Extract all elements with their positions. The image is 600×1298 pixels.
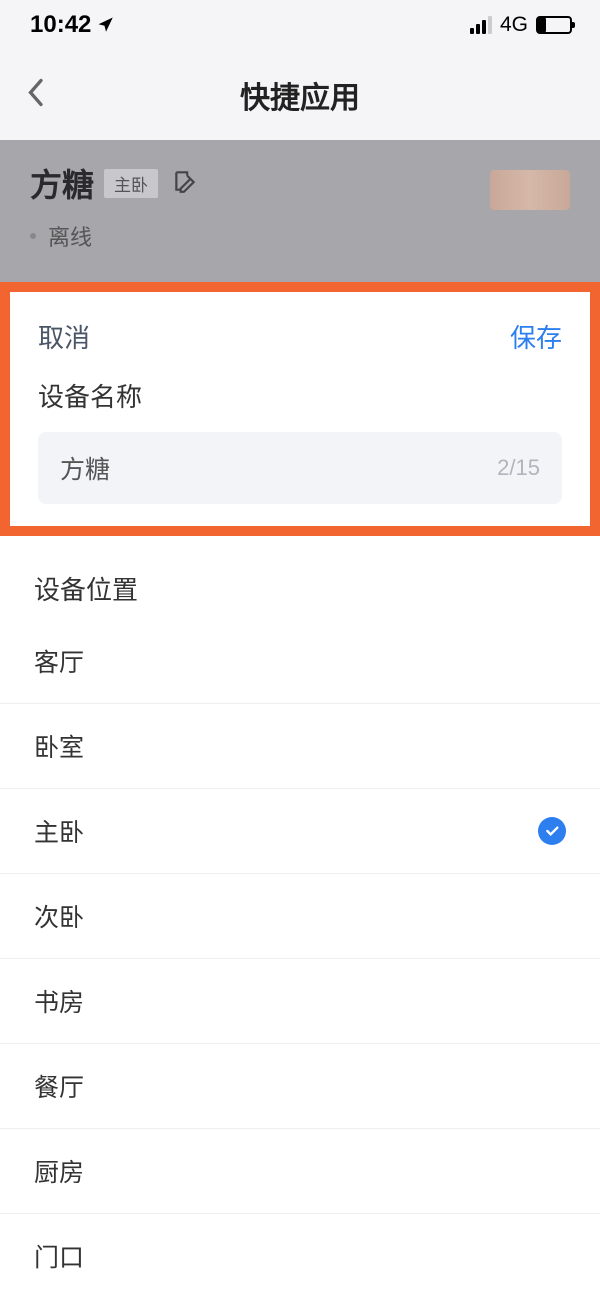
location-item-label: 卧室 (34, 728, 84, 764)
location-item-label: 客厅 (34, 643, 84, 679)
check-icon (538, 817, 566, 845)
location-item-label: 门口 (34, 1238, 84, 1274)
room-tag: 主卧 (104, 169, 158, 198)
status-bar: 10:42 4G (0, 0, 600, 50)
location-item[interactable]: 书房 (0, 959, 600, 1044)
nav-bar: 快捷应用 (0, 50, 600, 140)
network-label: 4G (500, 13, 528, 37)
location-item-label: 书房 (34, 983, 84, 1019)
input-counter: 2/15 (497, 455, 540, 481)
input-value: 方糖 (60, 450, 110, 486)
location-item-label: 主卧 (34, 813, 84, 849)
edit-name-panel: 取消 保存 设备名称 方糖 2/15 (0, 282, 600, 536)
back-button[interactable] (26, 78, 44, 113)
chevron-left-icon (26, 78, 44, 108)
save-button[interactable]: 保存 (510, 318, 562, 355)
name-field-label: 设备名称 (10, 367, 590, 432)
device-header: 方糖 主卧 离线 (0, 140, 600, 282)
location-list: 客厅卧室主卧次卧书房餐厅厨房门口 (0, 619, 600, 1298)
location-arrow-icon (97, 16, 115, 34)
device-name: 方糖 (30, 160, 94, 206)
location-item-label: 厨房 (34, 1153, 84, 1189)
status-time: 10:42 (30, 11, 91, 39)
location-item[interactable]: 次卧 (0, 874, 600, 959)
location-section: 设备位置 客厅卧室主卧次卧书房餐厅厨房门口 (0, 536, 600, 1298)
location-item[interactable]: 门口 (0, 1214, 600, 1298)
edit-icon[interactable] (172, 168, 198, 199)
location-item[interactable]: 餐厅 (0, 1044, 600, 1129)
device-name-input[interactable]: 方糖 2/15 (38, 432, 562, 504)
location-item[interactable]: 客厅 (0, 619, 600, 704)
location-item[interactable]: 卧室 (0, 704, 600, 789)
location-item[interactable]: 主卧 (0, 789, 600, 874)
location-item[interactable]: 厨房 (0, 1129, 600, 1214)
battery-icon (536, 16, 572, 34)
signal-icon (470, 16, 492, 34)
location-item-label: 次卧 (34, 898, 84, 934)
page-title: 快捷应用 (240, 73, 360, 117)
device-status: 离线 (30, 220, 570, 252)
device-image (490, 170, 570, 210)
location-label: 设备位置 (0, 570, 600, 619)
location-item-label: 餐厅 (34, 1068, 84, 1104)
cancel-button[interactable]: 取消 (38, 318, 90, 355)
